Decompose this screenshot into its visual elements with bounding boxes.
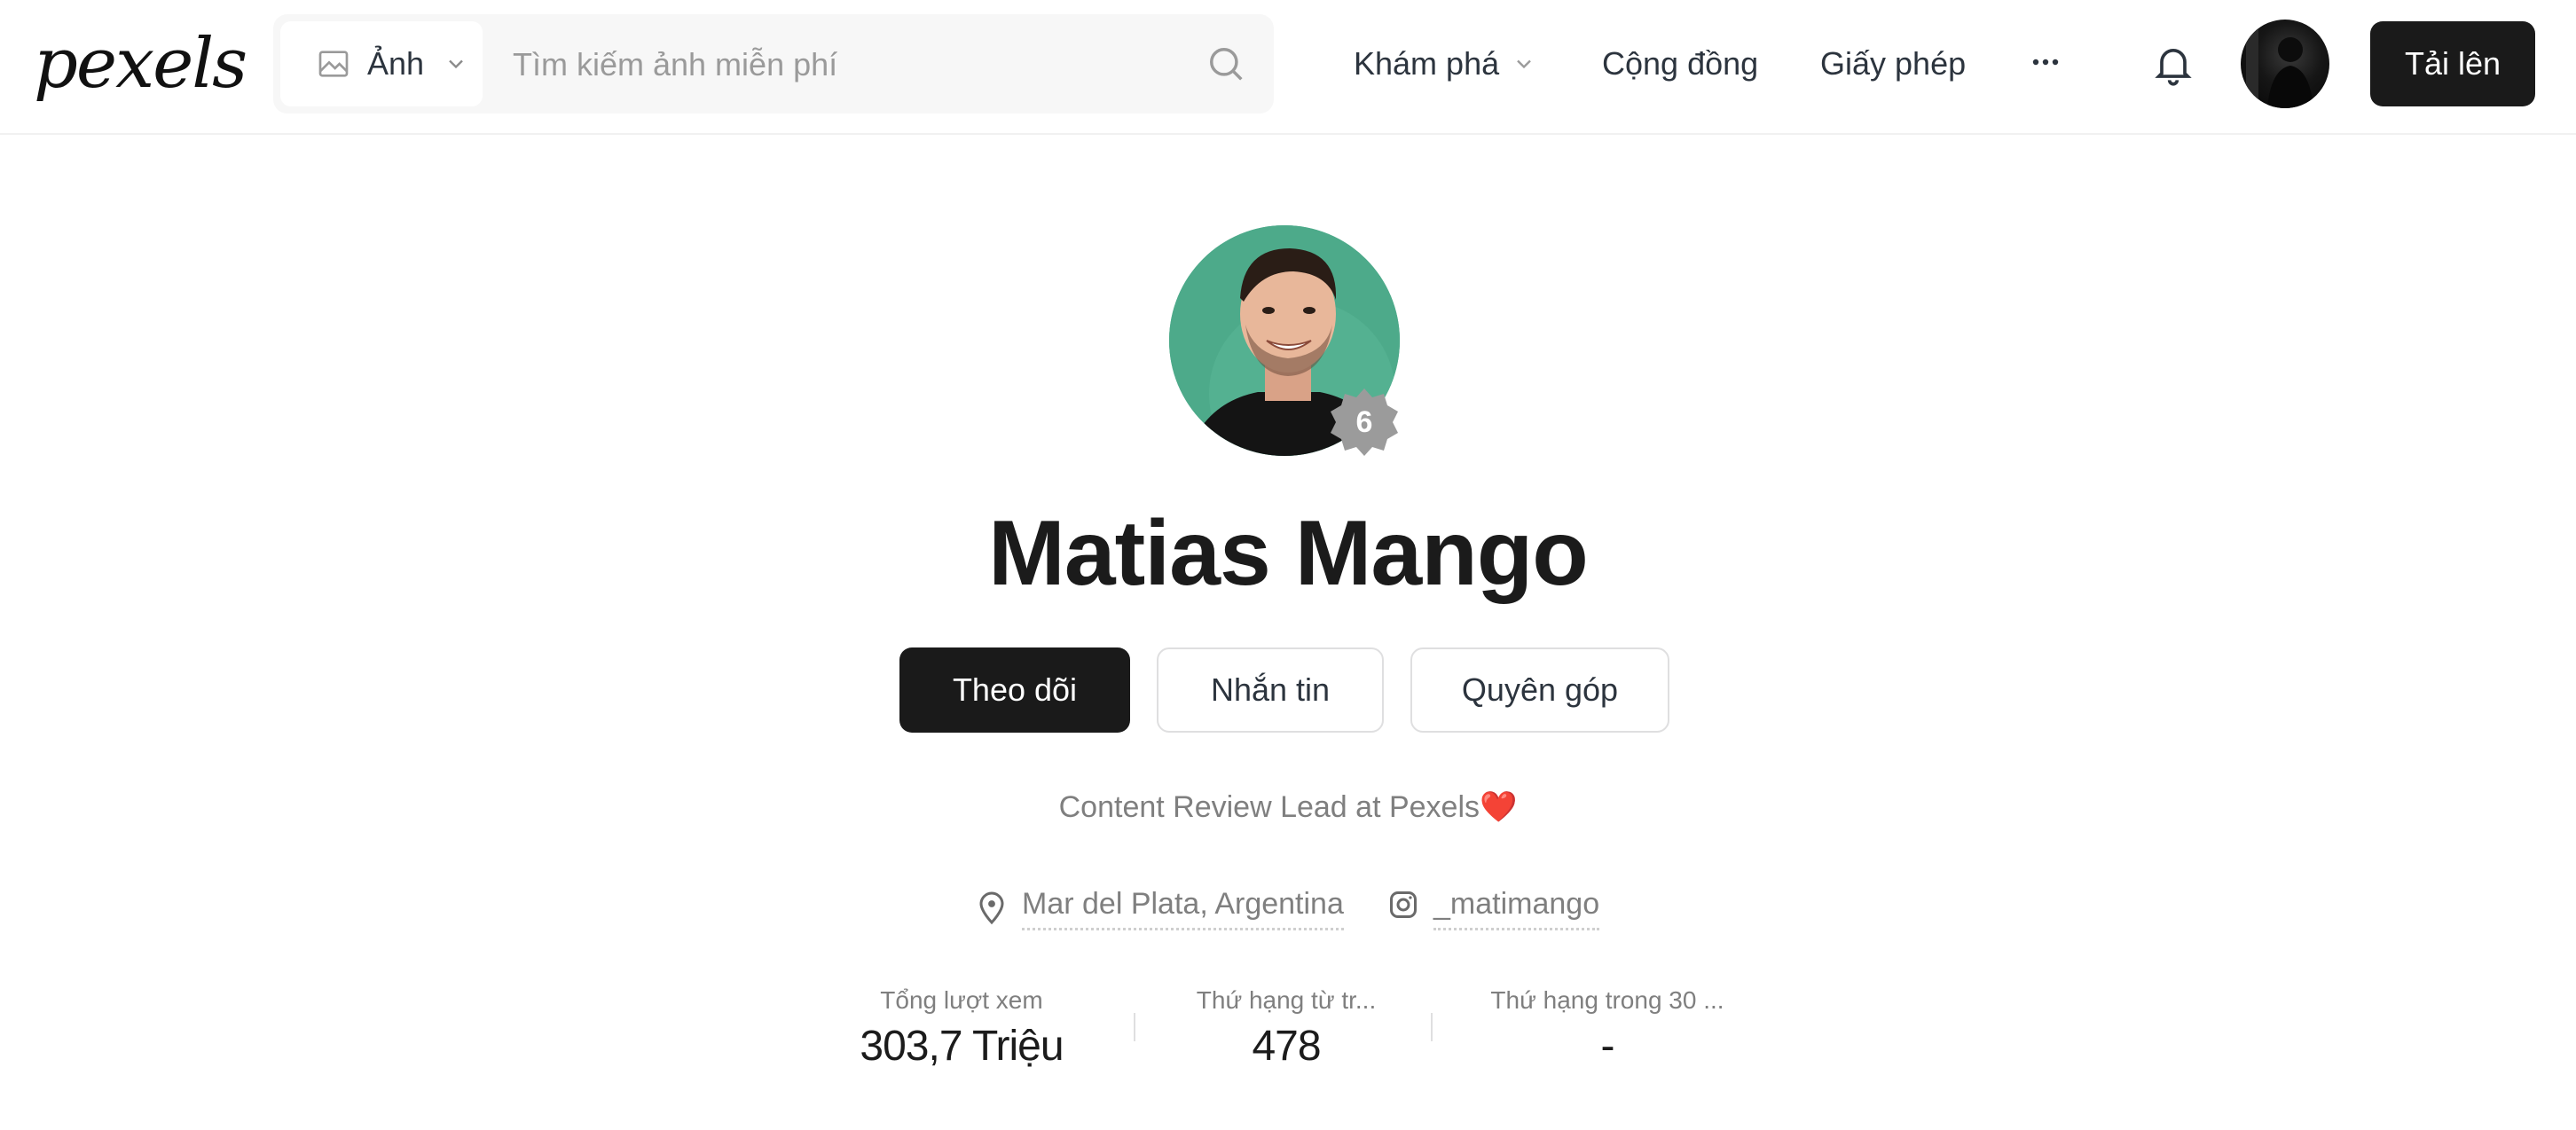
message-button[interactable]: Nhắn tin: [1157, 647, 1384, 733]
search-bar: Ảnh: [273, 14, 1274, 114]
search-icon[interactable]: [1203, 41, 1249, 87]
follow-button[interactable]: Theo dõi: [899, 647, 1130, 733]
media-type-label: Ảnh: [367, 45, 425, 82]
stat-total-views: Tổng lượt xem 303,7 Triệu: [820, 979, 1103, 1071]
level-badge: 6: [1329, 387, 1400, 458]
instagram-icon: [1387, 889, 1419, 921]
nav-explore-label: Khám phá: [1354, 45, 1500, 82]
more-icon[interactable]: [2024, 41, 2067, 83]
chevron-down-icon: [444, 51, 468, 76]
stat-30-day-rank: Thứ hạng trong 30 ... -: [1465, 979, 1749, 1071]
profile-name: Matias Mango: [988, 502, 1589, 605]
media-type-dropdown[interactable]: Ảnh: [280, 21, 483, 106]
location-link[interactable]: Mar del Plata, Argentina: [1022, 882, 1344, 930]
donate-button[interactable]: Quyên góp: [1410, 647, 1669, 733]
level-number: 6: [1355, 405, 1373, 439]
user-avatar[interactable]: [2241, 20, 2329, 108]
stat-value: 303,7 Triệu: [860, 1023, 1064, 1070]
profile-meta: Mar del Plata, Argentina _matimango: [976, 882, 1614, 931]
profile-bio: Content Review Lead at Pexels❤️: [1058, 790, 1518, 824]
stat-label: Thứ hạng từ tr...: [1196, 986, 1377, 1014]
stat-value: 478: [1252, 1023, 1321, 1070]
location-pin-icon: [976, 887, 1008, 926]
profile-stats: Tổng lượt xem 303,7 Triệu Thứ hạng từ tr…: [0, 979, 2576, 1086]
bell-icon[interactable]: [2150, 41, 2196, 87]
nav-explore[interactable]: Khám phá: [1354, 35, 1536, 92]
upload-button[interactable]: Tải lên: [2370, 21, 2535, 106]
stat-divider: [1431, 1013, 1433, 1041]
stat-label: Thứ hạng trong 30 ...: [1490, 986, 1724, 1014]
nav-community[interactable]: Cộng đồng: [1602, 35, 1758, 92]
search-input[interactable]: [511, 21, 1171, 108]
stat-all-time-rank: Thứ hạng từ tr... 478: [1144, 979, 1428, 1071]
stat-label: Tổng lượt xem: [880, 986, 1043, 1014]
nav-license[interactable]: Giấy phép: [1820, 35, 1966, 92]
stat-value: -: [1600, 1023, 1615, 1070]
stat-divider: [1134, 1013, 1135, 1041]
image-icon: [316, 46, 351, 82]
instagram-link[interactable]: _matimango: [1433, 882, 1600, 930]
pexels-logo[interactable]: pexels: [34, 20, 247, 108]
chevron-down-icon: [1512, 51, 1536, 76]
top-nav-bar: pexels Ảnh Khám phá Cộng đồng: [0, 0, 2576, 135]
